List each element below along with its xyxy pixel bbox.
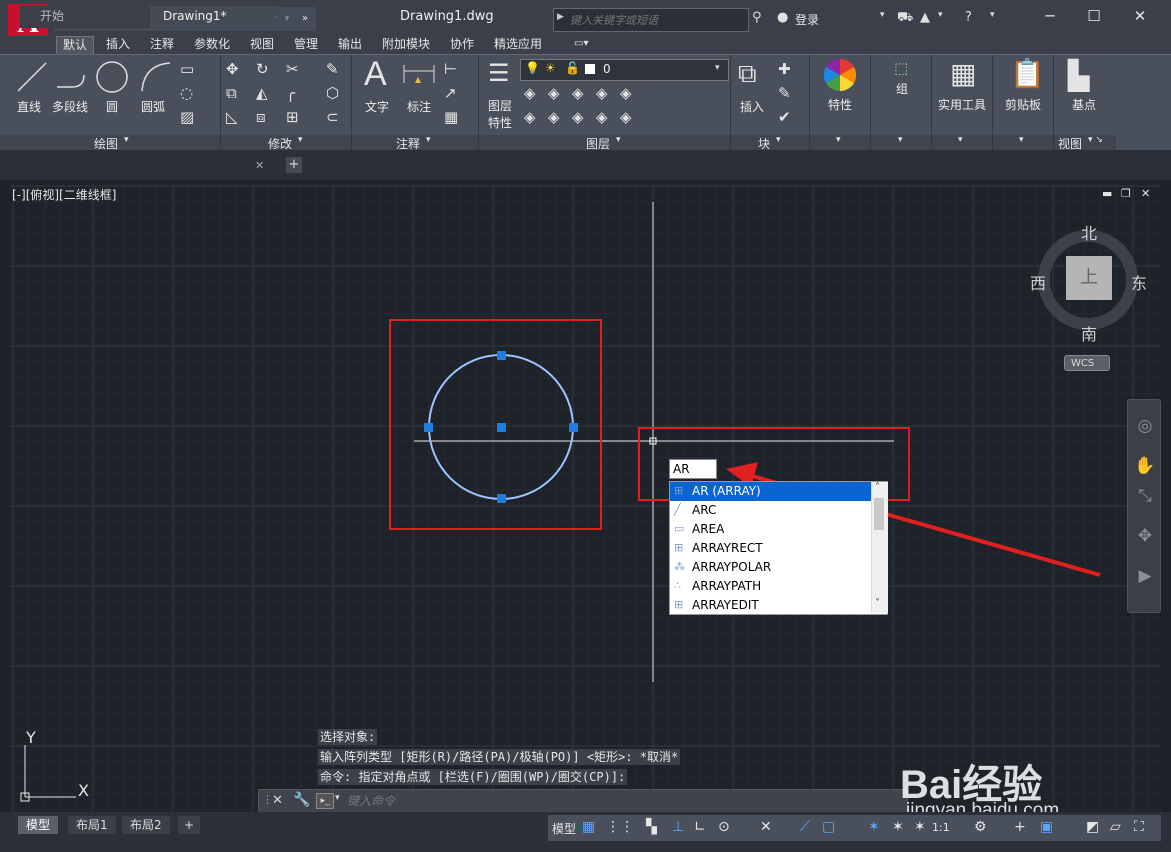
polar-tracking-icon[interactable]: ⊙ bbox=[718, 819, 730, 835]
annotation-monitor-icon[interactable]: + bbox=[1014, 819, 1026, 835]
array-icon: ⊞ bbox=[674, 484, 684, 497]
scroll-up-icon[interactable]: ˄ bbox=[875, 482, 880, 493]
auto-scale-icon[interactable]: ✶ bbox=[892, 819, 904, 835]
scroll-down-icon[interactable]: ˅ bbox=[875, 598, 880, 609]
dynamic-input-icon[interactable]: ⊥ bbox=[672, 819, 684, 835]
autocomplete-item-label: ARRAYPATH bbox=[692, 579, 762, 593]
array-polar-icon: ⁂ bbox=[674, 560, 685, 573]
compass-west[interactable]: 西 bbox=[1030, 270, 1046, 294]
object-snap-tracking-icon[interactable]: ⟋ bbox=[800, 819, 810, 835]
layout-tab-layout1[interactable]: 布局1 bbox=[68, 816, 116, 834]
autocomplete-item[interactable]: ∴ ARRAYPATH bbox=[670, 577, 872, 596]
isodraft-icon[interactable]: ✕ bbox=[760, 819, 772, 835]
command-history-line: 输入阵列类型 [矩形(R)/路径(PA)/极轴(PO)] <矩形>: *取消* bbox=[318, 749, 681, 765]
array-rect-icon: ⊞ bbox=[674, 541, 684, 554]
isolate-objects-icon[interactable]: ◩ bbox=[1086, 819, 1099, 835]
recent-commands-dropdown-icon[interactable]: ▾ bbox=[335, 793, 340, 803]
grip-center[interactable] bbox=[497, 423, 506, 432]
autocomplete-item[interactable]: ⊞ AR (ARRAY) bbox=[670, 482, 872, 501]
infer-constraints-icon[interactable]: ▚ bbox=[646, 819, 657, 835]
units-icon[interactable]: ▣ bbox=[1040, 819, 1053, 835]
clean-screen-icon[interactable]: ⛶ bbox=[1134, 819, 1144, 835]
grid-toggle-icon[interactable]: ▦ bbox=[582, 819, 595, 835]
compass-north[interactable]: 北 bbox=[1081, 220, 1097, 244]
showmotion-icon[interactable]: ▶ bbox=[1134, 566, 1156, 588]
ucs-x-label: X bbox=[78, 781, 89, 800]
autocomplete-item[interactable]: ⁂ ARRAYPOLAR bbox=[670, 558, 872, 577]
area-icon: ▭ bbox=[674, 522, 685, 535]
layout-tab-model[interactable]: 模型 bbox=[18, 816, 59, 834]
ucs-y-label: Y bbox=[26, 728, 36, 747]
array-edit-icon: ⊞ bbox=[674, 598, 684, 611]
annotation-visibility-icon[interactable]: ✶ bbox=[868, 819, 880, 835]
autocomplete-item-label: AREA bbox=[692, 522, 725, 536]
grip-right[interactable] bbox=[569, 423, 578, 432]
layout-tab-layout2[interactable]: 布局2 bbox=[122, 816, 170, 834]
autocomplete-item-label: AR (ARRAY) bbox=[692, 484, 761, 498]
command-close-icon[interactable]: ✕ bbox=[272, 793, 283, 808]
drawing-overlay bbox=[20, 202, 1101, 802]
autocomplete-scrollbar[interactable]: ˄ ˅ bbox=[871, 482, 888, 613]
grip-bottom[interactable] bbox=[497, 494, 506, 503]
viewcube-top-face[interactable]: 上 bbox=[1066, 256, 1112, 300]
compass-south[interactable]: 南 bbox=[1081, 321, 1097, 345]
autocomplete-item-label: ARRAYRECT bbox=[692, 541, 763, 555]
compass-east[interactable]: 东 bbox=[1131, 270, 1147, 294]
command-input[interactable] bbox=[345, 791, 889, 811]
pan-hand-icon[interactable]: ✋ bbox=[1134, 456, 1156, 478]
autocomplete-item-label: ARRAYPOLAR bbox=[692, 560, 772, 574]
workspace-gear-icon[interactable]: ⚙ bbox=[974, 819, 987, 835]
autocomplete-item[interactable]: ╱ ARC bbox=[670, 501, 872, 520]
orbit-icon[interactable]: ✥ bbox=[1134, 526, 1156, 548]
autocomplete-item[interactable]: ⊞ ARRAYRECT bbox=[670, 539, 872, 558]
autocomplete-item-label: ARRAYEDIT bbox=[692, 598, 759, 612]
autocomplete-item[interactable]: ⊞ ARRAYEDIT bbox=[670, 596, 872, 615]
object-snap-icon[interactable]: ▢ bbox=[822, 819, 835, 835]
steering-wheel-icon[interactable]: ◎ bbox=[1134, 416, 1156, 438]
annotation-scale-icon[interactable]: ✶ bbox=[914, 819, 926, 835]
arc-icon: ╱ bbox=[674, 503, 681, 516]
dynamic-command-input[interactable] bbox=[669, 459, 717, 479]
scroll-thumb[interactable] bbox=[874, 498, 884, 530]
command-history-line: 选择对象: bbox=[318, 729, 378, 745]
command-history-line: 命令: 指定对角点或 [栏选(F)/圈围(WP)/圈交(CP)]: bbox=[318, 769, 628, 785]
recent-commands-icon[interactable]: ▸_ bbox=[316, 793, 334, 809]
autocomplete-list: ⊞ AR (ARRAY) ╱ ARC ▭ AREA ⊞ ARRAYRECT ⁂ ARRAY… bbox=[669, 481, 888, 615]
snap-icon[interactable]: ⋮⋮ bbox=[606, 819, 634, 835]
grip-left[interactable] bbox=[424, 423, 433, 432]
model-space-button[interactable]: 模型 bbox=[552, 820, 576, 837]
autocomplete-item[interactable]: ▭ AREA bbox=[670, 520, 872, 539]
annotation-scale-value[interactable]: 1:1 bbox=[932, 821, 950, 834]
ortho-icon[interactable]: ∟ bbox=[694, 819, 706, 835]
hardware-acceleration-icon[interactable]: ▱ bbox=[1110, 819, 1121, 835]
array-path-icon: ∴ bbox=[674, 579, 681, 592]
add-layout-icon[interactable]: + bbox=[178, 816, 201, 834]
status-toolbar: 模型 ▦ ⋮⋮ ▚ ⊥ ∟ ⊙ ✕ ⟋ ▢ ✶ ✶ ✶ 1:1 ⚙ + ▣ ◩ … bbox=[548, 815, 1161, 841]
grip-top[interactable] bbox=[497, 351, 506, 360]
wcs-menu[interactable]: WCS bbox=[1064, 355, 1110, 371]
command-customize-icon[interactable]: 🔧 bbox=[293, 792, 310, 808]
navigation-bar: ◎ ✋ ⤡ ✥ ▶ bbox=[1127, 399, 1161, 613]
autocomplete-item-label: ARC bbox=[692, 503, 717, 517]
zoom-extents-icon[interactable]: ⤡ bbox=[1134, 486, 1156, 508]
